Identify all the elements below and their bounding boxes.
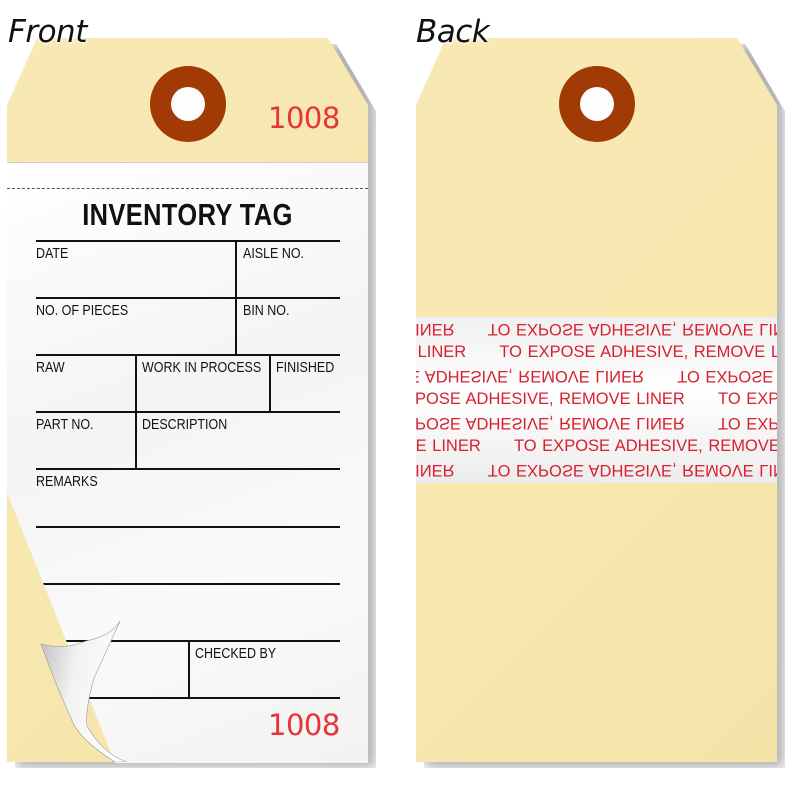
back-heading: Back	[416, 14, 490, 50]
adhesive-liner-strip[interactable]: LINER TO EXPOSE ADHESIVE, REMOVE LINER T…	[416, 317, 777, 483]
grommet-hole	[171, 87, 205, 121]
remarks-line	[36, 526, 340, 528]
liner-text-row: LINER TO EXPOSE ADHESIVE, REMOVE LINER T…	[416, 461, 777, 479]
column-divider	[235, 241, 237, 355]
column-divider	[188, 641, 190, 698]
field-checked-by: CHECKED BY	[195, 646, 277, 662]
rule-line	[36, 354, 340, 356]
liner-text-row: XPOSE ADHESIVE, REMOVE LINER TO EXPOSE A…	[416, 414, 777, 432]
field-part-no: PART NO.	[36, 417, 94, 433]
field-remarks: REMARKS	[36, 474, 98, 490]
label-title: INVENTORY TAG	[82, 197, 293, 232]
front-tag: 1008 INVENTORY TAG DATE AISLE NO. NO. OF…	[7, 38, 376, 768]
field-raw: RAW	[36, 360, 65, 376]
field-finished: FINISHED	[276, 360, 335, 376]
liner-text-row: SE ADHESIVE, REMOVE LINER TO EXPOSE ADHE…	[416, 367, 774, 385]
rule-line	[36, 240, 340, 242]
rule-line	[36, 468, 340, 470]
rule-line	[36, 297, 340, 299]
field-aisle-no: AISLE NO.	[243, 246, 304, 262]
field-bin-no: BIN NO.	[243, 303, 290, 319]
field-no-of-pieces: NO. OF PIECES	[36, 303, 129, 319]
field-description: DESCRIPTION	[142, 417, 228, 433]
column-divider	[135, 355, 137, 469]
tag-number-bottom: 1008	[268, 708, 340, 742]
liner-text-row: E LINER TO EXPOSE ADHESIVE, REMOVE LINER…	[417, 343, 777, 361]
grommet-icon	[150, 66, 226, 142]
front-heading: Front	[8, 14, 87, 50]
remarks-line	[36, 583, 340, 585]
rule-line	[36, 411, 340, 413]
back-tag: LINER TO EXPOSE ADHESIVE, REMOVE LINER T…	[416, 38, 785, 768]
grommet-icon	[559, 66, 635, 142]
liner-text-row: XPOSE ADHESIVE, REMOVE LINER TO EXPOSE A…	[416, 390, 777, 408]
liner-text-row: LINER TO EXPOSE ADHESIVE, REMOVE LINER T…	[416, 320, 777, 338]
tag-number-top: 1008	[268, 101, 340, 135]
field-date: DATE	[36, 246, 69, 262]
field-work-in-process: WORK IN PROCESS	[142, 360, 262, 376]
liner-text-row: MOVE LINER TO EXPOSE ADHESIVE, REMOVE LI…	[416, 437, 777, 455]
column-divider	[269, 355, 271, 412]
grommet-hole	[580, 87, 614, 121]
perforation-line	[7, 188, 368, 189]
